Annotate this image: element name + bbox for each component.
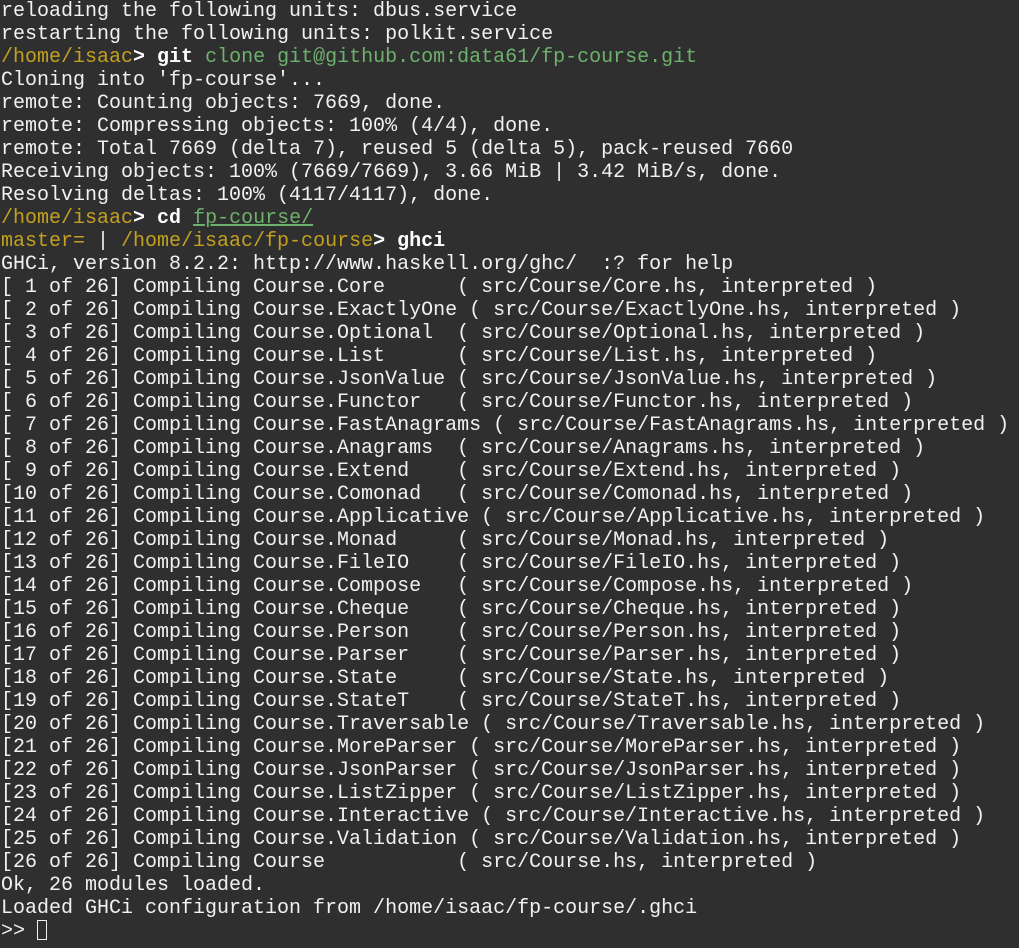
prompt-path: /home/isaac/fp-course (121, 230, 374, 253)
prompt-separator: | (85, 230, 122, 253)
shell-prompt-line: master= | /home/isaac/fp-course> ghci (1, 230, 1019, 253)
output-line: reloading the following units: dbus.serv… (1, 0, 518, 23)
git-branch-indicator: master= (1, 230, 86, 253)
compile-line: [20 of 26] Compiling Course.Traversable … (1, 713, 986, 736)
command-name: ghci (397, 230, 446, 253)
command-name: cd (157, 207, 182, 230)
ghci-prompt-symbol: >> (1, 920, 38, 943)
prompt-path: /home/isaac (1, 207, 134, 230)
compile-line: [22 of 26] Compiling Course.JsonParser (… (1, 759, 962, 782)
compile-line: [12 of 26] Compiling Course.Monad ( src/… (1, 529, 890, 552)
prompt-path: /home/isaac (1, 46, 134, 69)
modules-loaded-line: Ok, 26 modules loaded. (1, 874, 266, 897)
compile-line: [11 of 26] Compiling Course.Applicative … (1, 506, 986, 529)
command-name: git (157, 46, 194, 69)
compile-line: [ 7 of 26] Compiling Course.FastAnagrams… (1, 414, 1010, 437)
text-cursor[interactable] (37, 920, 48, 940)
shell-prompt-line: /home/isaac> cd fp-course/ (1, 207, 1019, 230)
compile-line: [23 of 26] Compiling Course.ListZipper (… (1, 782, 962, 805)
output-line: Resolving deltas: 100% (4117/4117), done… (1, 184, 494, 207)
directory-link[interactable]: fp-course/ (193, 207, 313, 230)
compile-line: [10 of 26] Compiling Course.Comonad ( sr… (1, 483, 914, 506)
compile-line: [ 8 of 26] Compiling Course.Anagrams ( s… (1, 437, 926, 460)
shell-prompt-line: /home/isaac> git clone git@github.com:da… (1, 46, 1019, 69)
compile-line: [26 of 26] Compiling Course ( src/Course… (1, 851, 818, 874)
output-line: Cloning into 'fp-course'... (1, 69, 326, 92)
output-line: restarting the following units: polkit.s… (1, 23, 554, 46)
compile-line: [16 of 26] Compiling Course.Person ( src… (1, 621, 902, 644)
compile-line: [ 6 of 26] Compiling Course.Functor ( sr… (1, 391, 914, 414)
prompt-symbol: > (373, 230, 398, 253)
ghci-banner: GHCi, version 8.2.2: http://www.haskell.… (1, 253, 734, 276)
compile-line: [ 4 of 26] Compiling Course.List ( src/C… (1, 345, 878, 368)
compile-line: [ 9 of 26] Compiling Course.Extend ( src… (1, 460, 902, 483)
compile-line: [18 of 26] Compiling Course.State ( src/… (1, 667, 890, 690)
compile-line: [25 of 26] Compiling Course.Validation (… (1, 828, 962, 851)
command-args: clone git@github.com:data61/fp-course.gi… (193, 46, 698, 69)
terminal-window[interactable]: reloading the following units: dbus.serv… (0, 0, 1019, 948)
compile-line: [14 of 26] Compiling Course.Compose ( sr… (1, 575, 914, 598)
compile-line: [19 of 26] Compiling Course.StateT ( src… (1, 690, 902, 713)
config-loaded-line: Loaded GHCi configuration from /home/isa… (1, 897, 698, 920)
compile-line: [24 of 26] Compiling Course.Interactive … (1, 805, 986, 828)
output-line: Receiving objects: 100% (7669/7669), 3.6… (1, 161, 782, 184)
prompt-symbol: > (133, 207, 158, 230)
compile-line: [15 of 26] Compiling Course.Cheque ( src… (1, 598, 902, 621)
ghci-prompt-line[interactable]: >> (1, 920, 1019, 943)
compile-line: [13 of 26] Compiling Course.FileIO ( src… (1, 552, 902, 575)
compile-line: [17 of 26] Compiling Course.Parser ( src… (1, 644, 902, 667)
output-line: remote: Compressing objects: 100% (4/4),… (1, 115, 554, 138)
compile-line: [ 5 of 26] Compiling Course.JsonValue ( … (1, 368, 938, 391)
compile-line: [ 3 of 26] Compiling Course.Optional ( s… (1, 322, 926, 345)
output-line: remote: Counting objects: 7669, done. (1, 92, 446, 115)
compile-line: [ 2 of 26] Compiling Course.ExactlyOne (… (1, 299, 962, 322)
compile-line: [ 1 of 26] Compiling Course.Core ( src/C… (1, 276, 878, 299)
compile-line: [21 of 26] Compiling Course.MoreParser (… (1, 736, 962, 759)
output-line: remote: Total 7669 (delta 7), reused 5 (… (1, 138, 794, 161)
prompt-symbol: > (133, 46, 158, 69)
